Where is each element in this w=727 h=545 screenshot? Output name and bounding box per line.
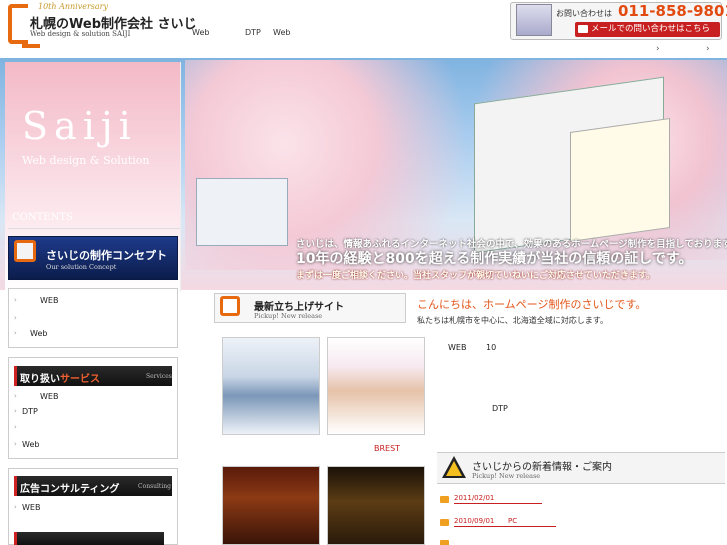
website-screenshot-image (196, 178, 288, 246)
site-label-brest[interactable]: BREST (374, 444, 400, 453)
bullet-icon: › (14, 392, 17, 400)
consulting-title: 広告コンサルティング (20, 484, 120, 495)
phone-number: 011-858-9801 (618, 2, 727, 20)
bullet-icon: › (14, 440, 17, 448)
sidebar-item[interactable]: Web (22, 440, 39, 449)
concept-sub: Our solution Concept (46, 263, 117, 271)
concept-list (8, 288, 178, 348)
dtp-label: DTP (492, 404, 508, 413)
news-underline (454, 526, 556, 527)
news-date[interactable]: 2011/02/01 (454, 494, 494, 502)
website-screenshot-image (570, 117, 670, 243)
bullet-icon: › (14, 503, 17, 511)
news-text[interactable]: PC (508, 517, 517, 525)
bullet-icon: › (14, 423, 17, 431)
site-thumbnail[interactable] (327, 337, 425, 435)
tagline: Web design & solution SAIJI (30, 30, 131, 38)
new-sites-title: 最新立ち上げサイト (254, 302, 344, 313)
site-thumbnail[interactable] (327, 466, 425, 545)
hero-text-3: まずは一度ご相談ください。当社スタッフが親切ていねいにご対応させていただきます。 (296, 271, 655, 281)
news-folder-icon (440, 540, 449, 545)
sidebar-item[interactable]: WEB (22, 503, 40, 512)
computer-mail-icon (516, 4, 552, 36)
site-thumbnail[interactable] (222, 337, 320, 435)
divider (8, 228, 180, 229)
new-sites-sub: Pickup! New release (254, 312, 323, 320)
logo[interactable]: 10th Anniversary 札幌のWeb制作会社 さいじ Web desi… (0, 0, 197, 58)
sidebar-item[interactable]: Web (30, 329, 47, 338)
bullet-icon: › (14, 296, 17, 304)
contact-label: お問い合わせは (556, 9, 612, 18)
news-folder-icon (440, 519, 449, 526)
news-folder-icon (440, 496, 449, 503)
bullet-icon: › (14, 314, 17, 322)
hero-brand-sub: Web design & Solution (22, 154, 150, 167)
bullet-icon: › (14, 329, 17, 337)
mail-icon (578, 25, 588, 33)
consulting-sub: Consulting (138, 483, 171, 490)
nav-web[interactable]: Web (192, 28, 209, 37)
anniversary-label: 10th Anniversary (38, 2, 109, 11)
sidebar-item[interactable]: DTP (22, 407, 38, 416)
news-title: さいじからの新着情報・ご案内 (472, 462, 612, 473)
logo-stand (22, 44, 40, 48)
sidebar-item[interactable]: WEB (40, 296, 58, 305)
nav-web-2[interactable]: Web (273, 28, 290, 37)
warning-icon-inner (446, 461, 462, 476)
news-underline (454, 503, 542, 504)
mail-contact-button[interactable]: メールでの問い合わせはこちら (575, 22, 720, 37)
monitor-icon (14, 240, 36, 262)
greeting-sub: 私たちは札幌市を中心に、北海道全域に対応します。 (417, 316, 608, 325)
hero-headline: 10年の経験と800を超える制作実績が当社の信頼の証しです。 (296, 251, 693, 267)
sidebar-item[interactable]: WEB (40, 392, 58, 401)
chevron-right-icon[interactable]: › (656, 44, 660, 54)
nav-dtp[interactable]: DTP (245, 28, 261, 37)
chevron-right-icon[interactable]: › (706, 44, 710, 54)
monitor-icon (220, 296, 240, 316)
site-thumbnail[interactable] (222, 466, 320, 545)
greeting-title: こんにちは、ホームページ制作のさいじです。 (417, 298, 647, 311)
news-sub: Pickup! New release (472, 472, 541, 480)
contents-label: CONTENTS (12, 212, 73, 223)
concept-title: さいじの制作コンセプト (46, 249, 167, 262)
news-date[interactable]: 2010/09/01 (454, 517, 494, 525)
services-title: 取り扱いサービス (20, 374, 100, 385)
category-banner[interactable] (14, 532, 164, 545)
hero-brand: Saiji (22, 104, 137, 148)
bullet-icon: › (14, 407, 17, 415)
logo-monitor-icon (8, 4, 28, 44)
web-label: WEB (448, 343, 467, 352)
services-sub: Services (146, 373, 172, 380)
years-label: 10 (486, 343, 497, 352)
